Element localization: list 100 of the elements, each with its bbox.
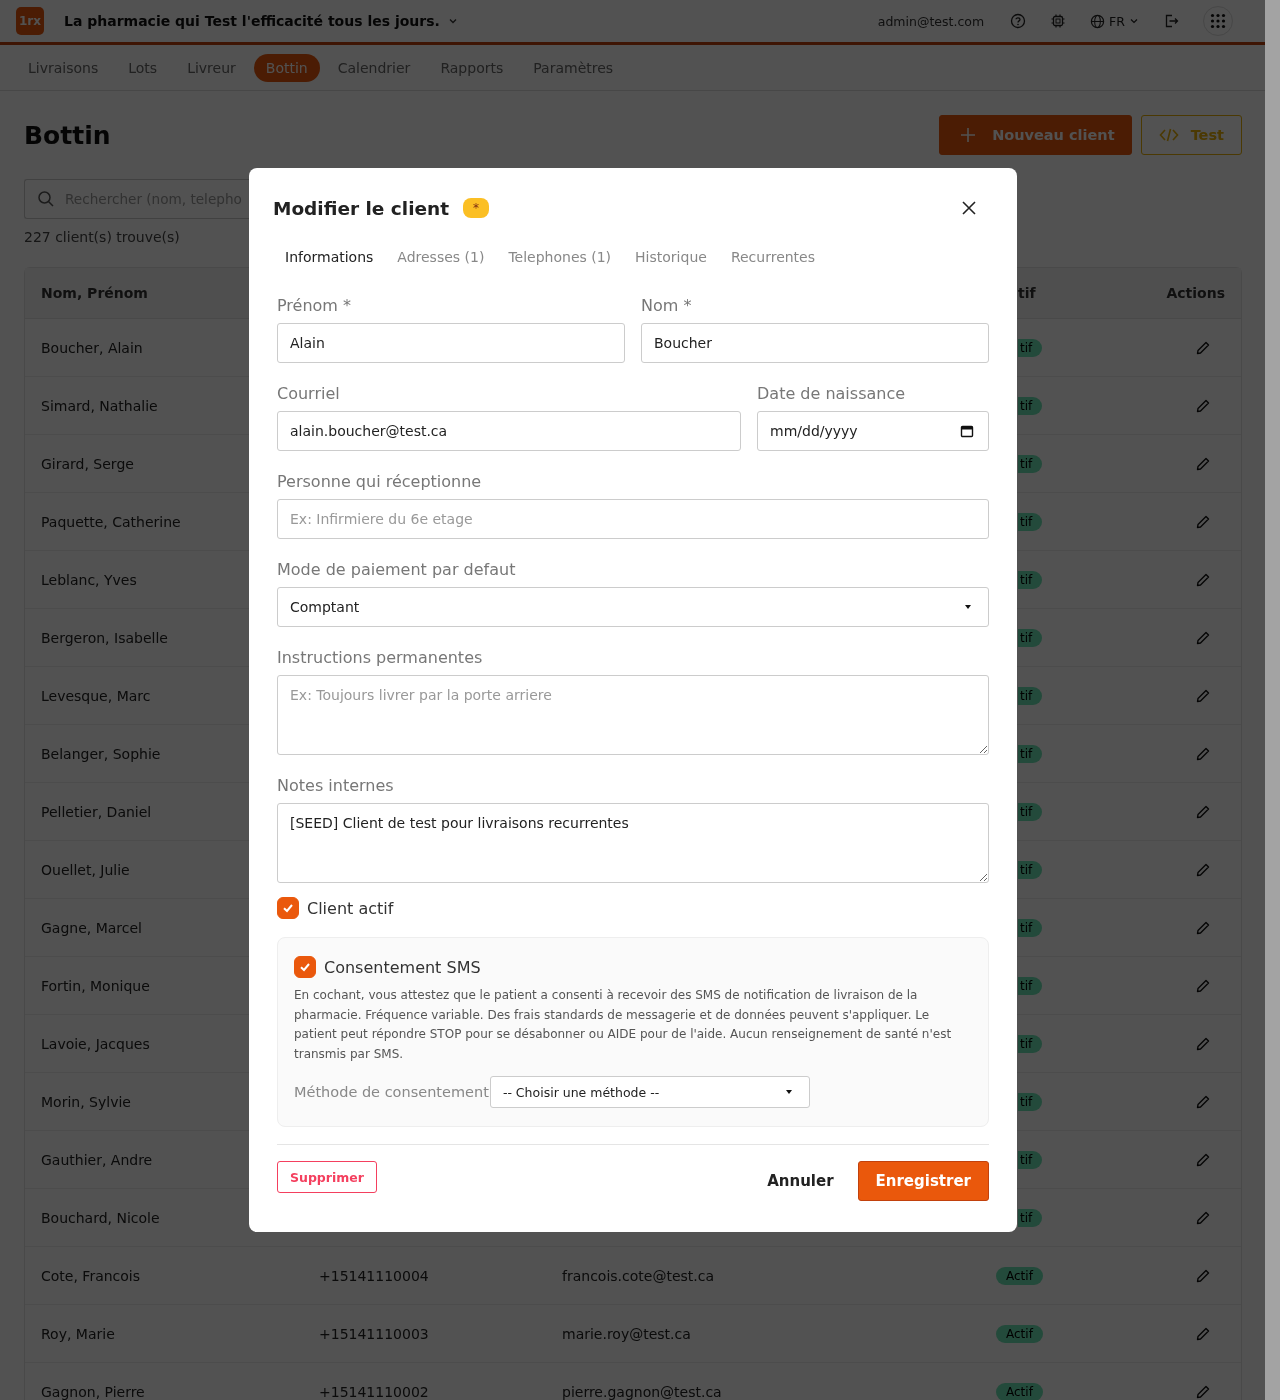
- status-badge: tif: [1018, 918, 1043, 937]
- field-label: Prénom *: [277, 295, 353, 317]
- status-badge: tif: [1018, 338, 1043, 357]
- table-cell: Gagne, Marcel: [41, 920, 142, 936]
- status-badge: tif: [1018, 1150, 1043, 1169]
- table-cell: Ouellet, Julie: [41, 862, 130, 878]
- edit-icon[interactable]: [1195, 397, 1211, 414]
- status-badge: tif: [1018, 570, 1043, 589]
- table-cell: Pelletier, Daniel: [41, 804, 152, 820]
- edit-icon[interactable]: [1195, 1209, 1211, 1226]
- chip-icon[interactable]: [1050, 13, 1067, 29]
- status-badge: tif: [1018, 512, 1043, 531]
- save-button[interactable]: Enregistrer: [857, 1161, 989, 1201]
- field-label: Courriel: [277, 383, 341, 405]
- edit-icon[interactable]: [1195, 513, 1211, 530]
- code-icon: [1158, 127, 1179, 143]
- new-client-button[interactable]: Nouveau client: [939, 115, 1132, 155]
- column-header: Nom, Prénom: [40, 285, 149, 301]
- delete-button[interactable]: Supprimer: [277, 1161, 377, 1193]
- field-label: Instructions permanentes: [277, 647, 484, 669]
- table-cell: +15141110003: [319, 1326, 429, 1342]
- edit-icon[interactable]: [1195, 977, 1211, 994]
- edit-icon[interactable]: [1195, 687, 1211, 704]
- status-badge: tif: [1018, 686, 1043, 705]
- app-logo: 1rx: [16, 7, 44, 35]
- recipient-field[interactable]: Ex: Infirmiere du 6e etage: [277, 499, 989, 539]
- field-label: Date de naissance: [757, 383, 907, 405]
- table-cell: marie.roy@test.ca: [562, 1326, 691, 1342]
- field-label: Mode de paiement par defaut: [277, 559, 517, 581]
- table-cell: Bergeron, Isabelle: [41, 630, 168, 646]
- last-name-field[interactable]: Boucher: [641, 323, 989, 363]
- status-badge: tif: [1018, 744, 1043, 763]
- status-badge: tif: [1018, 1092, 1043, 1111]
- dialog-tab[interactable]: Historique: [623, 241, 719, 273]
- edit-icon[interactable]: [1195, 861, 1211, 878]
- grid-icon: [1210, 13, 1226, 29]
- edit-icon[interactable]: [1195, 339, 1211, 356]
- table-cell: Bouchard, Nicole: [41, 1210, 160, 1226]
- logout-icon[interactable]: [1163, 13, 1179, 29]
- edit-icon[interactable]: [1195, 803, 1211, 820]
- user-email: admin@test.com: [877, 13, 985, 29]
- help-icon[interactable]: [1010, 13, 1027, 29]
- globe-icon: [1090, 13, 1106, 29]
- caret-icon: [964, 604, 972, 610]
- table-cell: +15141110004: [319, 1268, 429, 1284]
- payment-select[interactable]: Comptant: [277, 587, 989, 627]
- pharmacy-name[interactable]: La pharmacie qui Test l'efficacité tous les jours.: [64, 13, 440, 29]
- dialog-tab[interactable]: Telephones (1): [496, 241, 624, 273]
- status-badge: tif: [1018, 396, 1043, 415]
- language-selector[interactable]: FR: [1090, 13, 1139, 29]
- plus-icon: [960, 127, 977, 143]
- status-badge: Actif: [996, 1324, 1043, 1343]
- table-cell: Levesque, Marc: [41, 688, 151, 704]
- status-badge: Actif: [996, 1382, 1043, 1400]
- edit-icon[interactable]: [1195, 1151, 1211, 1168]
- notes-field[interactable]: [SEED] Client de test pour livraisons recurrentes: [277, 803, 989, 883]
- checkbox[interactable]: [294, 956, 316, 978]
- table-cell: Boucher, Alain: [41, 340, 143, 356]
- close-icon[interactable]: [961, 200, 977, 216]
- table-cell: francois.cote@test.ca: [562, 1268, 714, 1284]
- edit-icon[interactable]: [1195, 1035, 1211, 1052]
- edit-icon[interactable]: [1195, 1383, 1211, 1400]
- table-cell: Roy, Marie: [41, 1326, 115, 1342]
- instructions-field[interactable]: Ex: Toujours livrer par la porte arriere: [277, 675, 989, 755]
- edit-icon[interactable]: [1195, 745, 1211, 762]
- checkbox-label[interactable]: Client actif: [307, 898, 394, 918]
- edit-icon[interactable]: [1195, 629, 1211, 646]
- table-cell: Morin, Sylvie: [41, 1094, 131, 1110]
- table-cell: pierre.gagnon@test.ca: [562, 1384, 722, 1400]
- cancel-button[interactable]: Annuler: [755, 1161, 846, 1201]
- status-badge: tif: [1018, 1208, 1043, 1227]
- status-badge: tif: [1018, 1034, 1043, 1053]
- birth-date-field[interactable]: mm/dd/yyyy: [757, 411, 989, 451]
- edit-icon[interactable]: [1195, 1267, 1211, 1284]
- table-cell: Gauthier, Andre: [41, 1152, 153, 1168]
- nav-tab[interactable]: Bottin: [253, 53, 320, 82]
- edit-icon[interactable]: [1195, 455, 1211, 472]
- edit-icon[interactable]: [1195, 1325, 1211, 1342]
- status-badge: tif: [1018, 454, 1043, 473]
- column-header: Actions: [1165, 285, 1226, 301]
- consent-method-select[interactable]: -- Choisir une méthode --: [489, 1076, 810, 1108]
- dialog-tab[interactable]: Recurrentes: [718, 241, 827, 273]
- table-cell: Paquette, Catherine: [41, 514, 181, 530]
- dialog-tab[interactable]: Informations: [273, 241, 386, 273]
- table-cell: Cote, Francois: [41, 1268, 141, 1284]
- first-name-field[interactable]: Alain: [277, 323, 625, 363]
- edit-icon[interactable]: [1195, 919, 1211, 936]
- chevron-down-icon[interactable]: [447, 16, 458, 26]
- edit-icon[interactable]: [1195, 1093, 1211, 1110]
- status-badge: tif: [1018, 860, 1043, 879]
- table-cell: Leblanc, Yves: [41, 572, 137, 588]
- edit-icon[interactable]: [1195, 571, 1211, 588]
- apps-menu-button[interactable]: [1203, 6, 1233, 36]
- status-badge: Actif: [996, 1266, 1043, 1285]
- email-field[interactable]: alain.boucher@test.ca: [277, 411, 741, 451]
- status-badge: tif: [1018, 628, 1043, 647]
- consent-text: En cochant, vous attestez que le patient a consenti à recevoir des SMS de notification de livraison de la pharmacie. Fréquence variable. Des frais standards de messagerie et de données peuvent s'appliquer. Le patient peut répondre STOP pour se désabonner ou AIDE pour de l'aide. Aucun renseignement de santé n'est transmis par SMS.: [294, 987, 953, 1063]
- checkbox-label[interactable]: Consentement SMS: [324, 957, 481, 977]
- dialog-tab[interactable]: Adresses (1): [385, 241, 497, 273]
- checkbox[interactable]: [277, 897, 299, 919]
